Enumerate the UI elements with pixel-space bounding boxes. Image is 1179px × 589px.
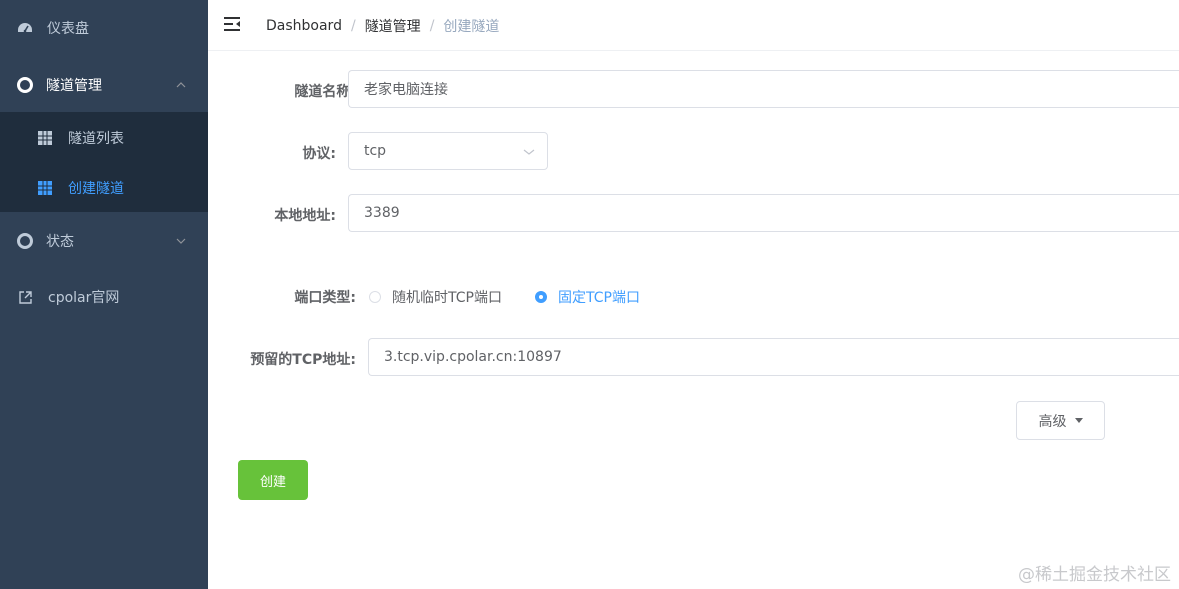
breadcrumb-tunnel-management[interactable]: 隧道管理: [365, 16, 421, 36]
reserved-address-label: 预留的TCP地址:: [250, 352, 356, 368]
breadcrumb-create-tunnel: 创建隧道: [443, 19, 500, 35]
breadcrumb-separator: /: [350, 18, 356, 34]
menu-fold-icon[interactable]: [224, 16, 242, 32]
create-button[interactable]: 创建: [238, 460, 308, 500]
protocol-value: tcp: [364, 143, 387, 159]
radio-fixed-tcp-port[interactable]: 固定TCP端口: [535, 287, 640, 307]
dashboard-icon: [17, 20, 33, 36]
chevron-up-icon: [175, 79, 187, 91]
grid-icon: [38, 131, 52, 145]
sidebar-label-create-tunnel: 创建隧道: [68, 181, 124, 197]
advanced-label: 高级: [1038, 413, 1067, 430]
local-address-label: 本地地址:: [274, 208, 336, 224]
reserved-address-value: 3.tcp.vip.cpolar.cn:10897: [384, 349, 562, 365]
menu-item-dashboard[interactable]: 仪表盘: [0, 0, 208, 56]
radio-label-fixed: 固定TCP端口: [558, 290, 640, 306]
sidebar-label-tunnel-list: 隧道列表: [68, 131, 124, 147]
watermark: @稀土掘金技术社区: [1018, 565, 1171, 585]
caret-down-icon: [1074, 418, 1083, 423]
breadcrumb: Dashboard / 隧道管理 / 创建隧道: [266, 16, 499, 36]
lifebuoy-icon: [17, 233, 33, 249]
tunnel-name-label: 隧道名称:: [294, 84, 356, 100]
grid-icon: [38, 181, 52, 195]
navbar: Dashboard / 隧道管理 / 创建隧道: [208, 0, 1179, 51]
advanced-dropdown-button[interactable]: 高级: [1016, 401, 1105, 440]
tunnel-name-input[interactable]: 老家电脑连接: [348, 70, 1179, 108]
external-link-icon: [17, 289, 33, 305]
radio-label-random: 随机临时TCP端口: [392, 290, 502, 306]
local-address-value: 3389: [364, 205, 400, 221]
sidebar-item-create-tunnel[interactable]: 创建隧道: [0, 163, 208, 213]
menu-label-tunnel-management: 隧道管理: [46, 78, 102, 94]
sidebar-item-tunnel-list[interactable]: 隧道列表: [0, 113, 208, 163]
menu-item-status[interactable]: 状态: [0, 213, 208, 269]
menu-item-cpolar-site[interactable]: cpolar官网: [0, 269, 208, 325]
lifebuoy-icon: [17, 77, 33, 93]
breadcrumb-dashboard[interactable]: Dashboard: [266, 18, 342, 34]
breadcrumb-separator: /: [429, 18, 435, 34]
menu-item-tunnel-management[interactable]: 隧道管理: [0, 57, 208, 113]
port-type-label: 端口类型:: [294, 290, 356, 306]
radio-random-tcp-port[interactable]: 随机临时TCP端口: [369, 287, 502, 307]
sidebar: 仪表盘 隧道管理 隧道列表 创建隧道 状态 cpolar官网: [0, 0, 208, 589]
local-address-input[interactable]: 3389: [348, 194, 1179, 232]
chevron-down-icon: [175, 235, 187, 247]
menu-label-cpolar-site: cpolar官网: [48, 290, 120, 306]
tunnel-name-value: 老家电脑连接: [364, 82, 448, 98]
protocol-select[interactable]: tcp: [348, 132, 548, 170]
reserved-address-select[interactable]: 3.tcp.vip.cpolar.cn:10897: [368, 338, 1179, 376]
menu-label-dashboard: 仪表盘: [47, 21, 89, 37]
radio-circle-checked: [535, 291, 547, 303]
chevron-down-icon: [523, 146, 535, 162]
menu-label-status: 状态: [46, 234, 74, 250]
protocol-label: 协议:: [302, 146, 336, 162]
radio-circle: [369, 291, 381, 303]
